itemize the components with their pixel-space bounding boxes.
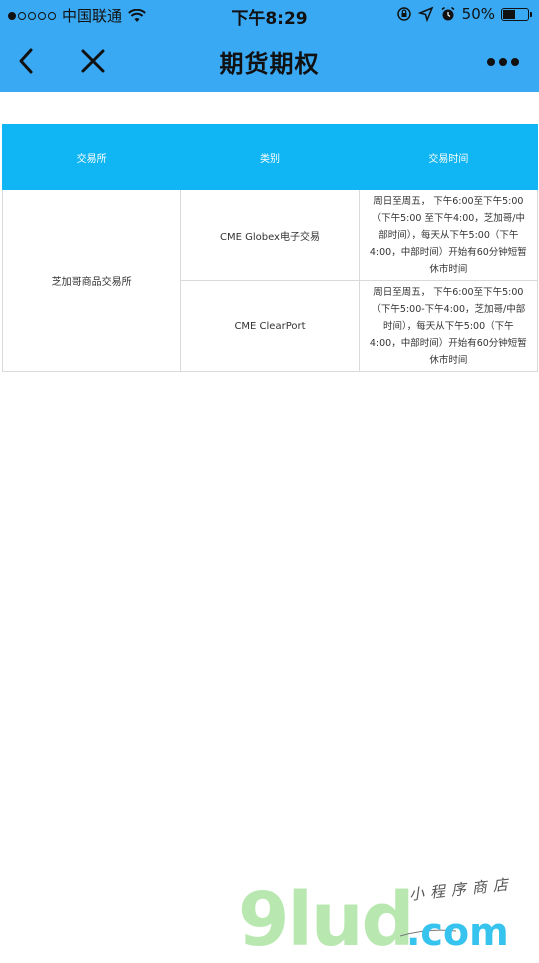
trading-hours-table-container: 交易所 类别 交易时间 芝加哥商品交易所 CME Globex电子交易 周日至周… — [1, 124, 539, 372]
location-arrow-icon — [417, 6, 434, 22]
category-cell: CME ClearPort — [180, 280, 360, 372]
battery-percent: 50% — [461, 5, 495, 23]
hours-cell: 周日至周五， 下午6:00至下午5:00 （下午5:00 至下午4:00，芝加哥… — [358, 189, 539, 281]
trading-hours-table: 交易所 类别 交易时间 芝加哥商品交易所 CME Globex电子交易 周日至周… — [1, 124, 539, 372]
rotation-lock-icon — [396, 7, 411, 21]
alarm-clock-icon — [441, 6, 455, 21]
watermark-brand: 9lud — [238, 877, 415, 963]
category-cell: CME Globex电子交易 — [180, 189, 360, 281]
battery-icon — [501, 7, 532, 21]
watermark-tagline: 小程序商店 — [408, 875, 515, 904]
navigation-bar: 期货期权 — [0, 30, 539, 92]
more-dots-icon[interactable] — [485, 52, 521, 72]
header-exchange: 交易所 — [1, 124, 182, 190]
hours-cell: 周日至周五， 下午6:00至下午5:00 （下午5:00-下午4:00，芝加哥/… — [358, 280, 539, 372]
exchange-cell: 芝加哥商品交易所 — [1, 189, 182, 372]
page-title: 期货期权 — [219, 50, 320, 78]
table-row: 芝加哥商品交易所 CME Globex电子交易 周日至周五， 下午6:00至下午… — [1, 189, 539, 372]
status-bar: 中国联通 下午8:29 50% — [0, 0, 539, 30]
header-category: 类别 — [180, 124, 360, 190]
table-header-row: 交易所 类别 交易时间 — [1, 124, 539, 190]
battery-fill — [503, 9, 515, 19]
watermark-tld: .com — [406, 910, 509, 954]
header-trading-time: 交易时间 — [358, 124, 539, 190]
status-right: 50% — [396, 5, 532, 23]
watermark-logo: 9lud 小程序商店 .com — [238, 875, 528, 963]
